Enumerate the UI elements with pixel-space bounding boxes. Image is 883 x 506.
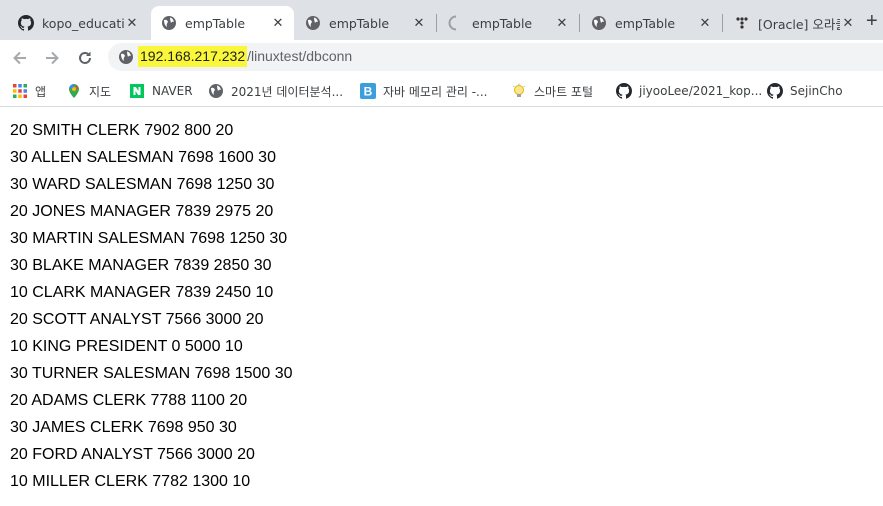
close-icon[interactable]: ✕ — [270, 15, 286, 31]
naver-icon — [129, 83, 145, 99]
bookmark-jiyoolee[interactable]: jiyooLee/2021_kop... — [616, 81, 762, 101]
reload-button[interactable] — [75, 48, 95, 68]
tab-title: empTable — [615, 15, 676, 31]
bookmark-label: NAVER — [152, 84, 193, 98]
emp-row: 10 MILLER CLERK 7782 1300 10 — [10, 473, 251, 490]
tab-title: [Oracle] 오라클 — [758, 16, 840, 32]
emp-row: 20 SCOTT ANALYST 7566 3000 20 — [10, 311, 264, 328]
site-info-globe-icon[interactable] — [118, 49, 134, 70]
bookmark-sejincho[interactable]: SejinCho — [767, 81, 843, 101]
blog-b-icon: B — [360, 83, 376, 99]
emp-row: 10 CLARK MANAGER 7839 2450 10 — [10, 284, 274, 301]
close-icon[interactable]: ✕ — [697, 15, 713, 31]
bookmark-label: 스마트 포털 — [534, 84, 594, 99]
forward-arrow-icon — [46, 51, 59, 65]
close-icon[interactable]: ✕ — [411, 15, 427, 31]
github-icon — [616, 83, 632, 99]
tab-title: kopo_educatio — [42, 15, 124, 31]
emp-row: 30 TURNER SALESMAN 7698 1500 30 — [10, 365, 293, 382]
emp-row: 30 JAMES CLERK 7698 950 30 — [10, 419, 237, 436]
emp-row: 20 SMITH CLERK 7902 800 20 — [10, 122, 234, 139]
emp-row: 30 BLAKE MANAGER 7839 2850 30 — [10, 257, 272, 274]
blog-icon — [734, 15, 750, 31]
tab-separator — [436, 14, 437, 32]
tab-title: empTable — [472, 15, 533, 31]
globe-icon — [161, 15, 177, 31]
emp-row: 20 FORD ANALYST 7566 3000 20 — [10, 446, 255, 463]
apps-icon — [12, 83, 28, 99]
bookmark-label: 지도 — [89, 84, 112, 99]
tab-emptable-4[interactable]: empTable ✕ — [581, 6, 721, 40]
bookmark-label: jiyooLee/2021_kop... — [639, 84, 763, 98]
tab-kopo-education[interactable]: kopo_educatio ✕ — [8, 6, 148, 40]
tab-title: empTable — [329, 15, 390, 31]
back-arrow-icon — [13, 51, 26, 65]
bookmark-data-analysis[interactable]: 2021년 데이터분석... — [208, 81, 343, 101]
bookmark-label: SejinCho — [790, 84, 843, 98]
tab-emptable-3[interactable]: empTable ✕ — [438, 6, 578, 40]
back-button[interactable] — [10, 48, 30, 68]
globe-icon — [208, 83, 224, 99]
emp-row: 20 ADAMS CLERK 7788 1100 20 — [10, 392, 248, 409]
address-bar[interactable]: 192.168.217.232/linuxtest/dbconn — [108, 43, 883, 71]
bulb-icon — [511, 83, 527, 99]
emp-row: 30 WARD SALESMAN 7698 1250 30 — [10, 176, 275, 193]
tab-emptable-2[interactable]: empTable ✕ — [295, 6, 435, 40]
url-path: /linuxtest/dbconn — [247, 48, 353, 64]
bookmark-label: 앱 — [35, 84, 47, 99]
tab-oracle[interactable]: [Oracle] 오라클 ✕ — [724, 6, 864, 40]
page-content: 20 SMITH CLERK 7902 800 20 30 ALLEN SALE… — [10, 117, 293, 495]
emp-row: 30 MARTIN SALESMAN 7698 1250 30 — [10, 230, 288, 247]
emp-row: 30 ALLEN SALESMAN 7698 1600 30 — [10, 149, 276, 166]
url-host: 192.168.217.232 — [138, 46, 248, 67]
github-icon — [18, 15, 34, 31]
reload-icon — [79, 51, 91, 64]
loading-icon — [448, 15, 464, 31]
tab-strip: kopo_educatio ✕ empTable ✕ empTable ✕ em… — [0, 0, 883, 40]
forward-button[interactable] — [42, 48, 62, 68]
svg-text:B: B — [364, 85, 373, 99]
bookmark-java-memory[interactable]: B 자바 메모리 관리 -... — [360, 81, 488, 101]
maps-icon — [66, 83, 82, 99]
tab-title: empTable — [185, 15, 246, 31]
bookmark-label: 2021년 데이터분석... — [231, 84, 344, 99]
emp-row: 10 KING PRESIDENT 0 5000 10 — [10, 338, 243, 355]
bookmark-smart-portal[interactable]: 스마트 포털 — [511, 81, 593, 101]
bookmark-label: 자바 메모리 관리 -... — [383, 84, 488, 99]
close-icon[interactable]: ✕ — [124, 15, 140, 31]
tab-emptable-active[interactable]: empTable ✕ — [151, 6, 294, 40]
globe-icon — [591, 15, 607, 31]
url-text[interactable]: 192.168.217.232/linuxtest/dbconn — [138, 46, 353, 67]
tab-separator — [722, 14, 723, 32]
bookmark-naver[interactable]: NAVER — [129, 81, 193, 101]
globe-icon — [305, 15, 321, 31]
bookmark-apps[interactable]: 앱 — [12, 81, 46, 101]
close-icon[interactable]: ✕ — [840, 15, 856, 31]
bookmark-maps[interactable]: 지도 — [66, 81, 111, 101]
bookmarks-bar: 앱 지도 NAVER 2021년 데이터분석... B 자바 메모리 관리 -.… — [0, 76, 883, 107]
emp-row: 20 JONES MANAGER 7839 2975 20 — [10, 203, 274, 220]
github-icon — [767, 83, 783, 99]
new-tab-button[interactable]: + — [866, 10, 878, 33]
close-icon[interactable]: ✕ — [554, 15, 570, 31]
tab-separator — [579, 14, 580, 32]
